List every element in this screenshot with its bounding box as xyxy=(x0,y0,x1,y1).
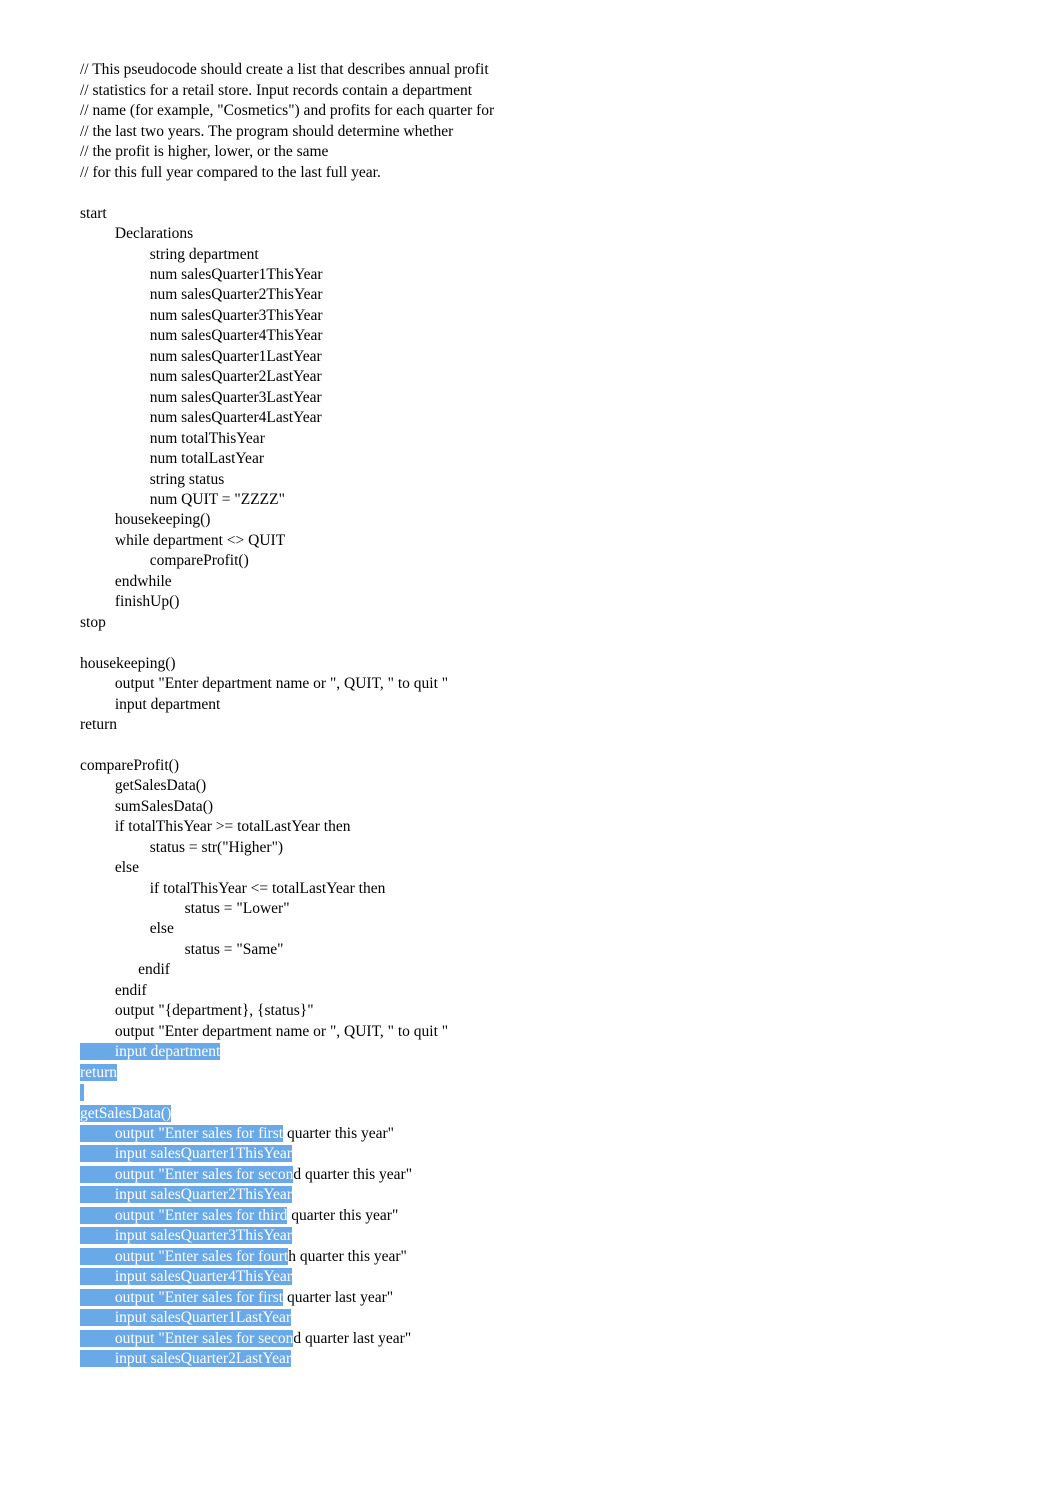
code-line: if totalThisYear <= totalLastYear then xyxy=(80,880,385,897)
comment-line: // the profit is higher, lower, or the s… xyxy=(80,143,328,160)
highlighted-line: input salesQuarter4ThisYear xyxy=(80,1268,292,1285)
body-line: while department <> QUIT xyxy=(80,532,285,549)
declaration-line: num salesQuarter2LastYear xyxy=(80,368,322,385)
code-line: status = "Same" xyxy=(80,941,284,958)
highlighted-blank xyxy=(80,1084,84,1101)
body-line: endwhile xyxy=(80,573,172,590)
code-line: output "{department}, {status}" xyxy=(80,1002,314,1019)
comment-line: // the last two years. The program shoul… xyxy=(80,123,453,140)
code-line: endif xyxy=(80,961,170,978)
code-line-tail: d quarter this year" xyxy=(293,1166,412,1183)
highlighted-line: input salesQuarter2ThisYear xyxy=(80,1186,292,1203)
highlighted-line: output "Enter sales for secon xyxy=(80,1166,293,1183)
highlighted-line: input department xyxy=(80,1043,220,1060)
code-line: getSalesData() xyxy=(80,777,206,794)
code-line: endif xyxy=(80,982,147,999)
code-line: sumSalesData() xyxy=(80,798,213,815)
body-line: compareProfit() xyxy=(80,552,249,569)
return-keyword: return xyxy=(80,716,117,733)
stop-keyword: stop xyxy=(80,614,106,631)
body-line: finishUp() xyxy=(80,593,179,610)
body-line: housekeeping() xyxy=(80,511,210,528)
declaration-line: num salesQuarter4LastYear xyxy=(80,409,322,426)
highlighted-line: output "Enter sales for secon xyxy=(80,1330,293,1347)
code-line: else xyxy=(80,859,139,876)
declaration-line: num salesQuarter3ThisYear xyxy=(80,307,323,324)
comment-line: // for this full year compared to the la… xyxy=(80,164,381,181)
highlighted-line: output "Enter sales for fourt xyxy=(80,1248,288,1265)
pseudocode-listing: // This pseudocode should create a list … xyxy=(80,40,1062,1369)
start-keyword: start xyxy=(80,205,107,222)
comment-line: // statistics for a retail store. Input … xyxy=(80,82,472,99)
highlighted-line: input salesQuarter3ThisYear xyxy=(80,1227,292,1244)
comment-line: // name (for example, "Cosmetics") and p… xyxy=(80,102,494,119)
code-line: status = str("Higher") xyxy=(80,839,283,856)
declaration-line: num salesQuarter2ThisYear xyxy=(80,286,323,303)
declaration-line: num salesQuarter3LastYear xyxy=(80,389,322,406)
function-header: housekeeping() xyxy=(80,655,176,672)
declaration-line: num salesQuarter1ThisYear xyxy=(80,266,323,283)
code-line: input department xyxy=(80,696,220,713)
highlighted-line: output "Enter sales for first xyxy=(80,1289,283,1306)
code-line-tail: d quarter last year" xyxy=(293,1330,411,1347)
highlighted-line: return xyxy=(80,1064,117,1081)
code-line-tail: quarter this year" xyxy=(287,1207,398,1224)
declarations-keyword: Declarations xyxy=(80,225,193,242)
declaration-line: string department xyxy=(80,246,259,263)
declaration-line: string status xyxy=(80,471,224,488)
declaration-line: num totalThisYear xyxy=(80,430,265,447)
code-line-tail: quarter last year" xyxy=(283,1289,393,1306)
code-line-tail: h quarter this year" xyxy=(288,1248,407,1265)
code-line: else xyxy=(80,920,174,937)
declaration-line: num QUIT = "ZZZZ" xyxy=(80,491,285,508)
code-line: output "Enter department name or ", QUIT… xyxy=(80,675,448,692)
declaration-line: num salesQuarter1LastYear xyxy=(80,348,322,365)
declaration-line: num salesQuarter4ThisYear xyxy=(80,327,323,344)
function-header: compareProfit() xyxy=(80,757,179,774)
highlighted-line: input salesQuarter1ThisYear xyxy=(80,1145,292,1162)
code-line: if totalThisYear >= totalLastYear then xyxy=(80,818,350,835)
declaration-line: num totalLastYear xyxy=(80,450,264,467)
highlighted-line: output "Enter sales for first xyxy=(80,1125,283,1142)
code-line-tail: quarter this year" xyxy=(283,1125,394,1142)
highlighted-line: output "Enter sales for third xyxy=(80,1207,287,1224)
code-line: output "Enter department name or ", QUIT… xyxy=(80,1023,448,1040)
highlighted-line: input salesQuarter2LastYear xyxy=(80,1350,291,1367)
highlighted-line: input salesQuarter1LastYear xyxy=(80,1309,291,1326)
highlighted-function-header: getSalesData() xyxy=(80,1105,171,1122)
code-line: status = "Lower" xyxy=(80,900,290,917)
comment-line: // This pseudocode should create a list … xyxy=(80,61,489,78)
